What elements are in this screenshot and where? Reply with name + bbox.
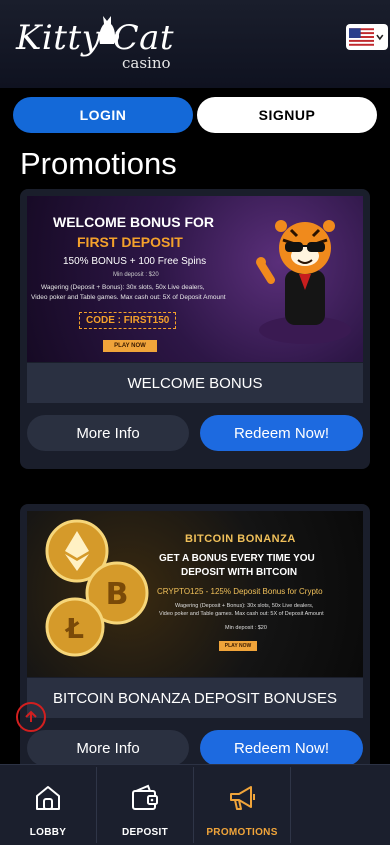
nav-divider (290, 767, 291, 843)
app-header: Kitty Cat casino (0, 0, 390, 88)
svg-text:B: B (106, 577, 129, 612)
promo-card-bitcoin: B Ł BITCOIN BONANZA GET A BONUS EVERY TI… (20, 504, 370, 804)
promo-code: CODE : FIRST150 (79, 312, 177, 329)
banner-line: Wagering (Deposit + Bonus): 30x slots, 5… (175, 603, 314, 609)
nav-lobby[interactable]: LOBBY (0, 765, 96, 845)
more-info-button[interactable]: More Info (27, 415, 189, 451)
nav-deposit[interactable]: DEPOSIT (97, 765, 193, 845)
svg-text:Ł: Ł (64, 612, 84, 645)
chevron-down-icon (376, 34, 384, 41)
nav-promotions[interactable]: PROMOTIONS (194, 765, 290, 845)
banner-line: Min deposit : $20 (113, 272, 159, 278)
crypto-coins-icon: B Ł (45, 519, 149, 657)
page-title: Promotions (20, 146, 177, 181)
play-now-badge: PLAY NOW (103, 340, 157, 352)
us-flag-icon (349, 28, 375, 46)
banner-line: DEPOSIT WITH BITCOIN (181, 567, 298, 578)
redeem-now-button[interactable]: Redeem Now! (200, 730, 363, 766)
signup-button[interactable]: SIGNUP (197, 97, 377, 133)
promo-title: WELCOME BONUS (27, 363, 363, 403)
banner-line: FIRST DEPOSIT (77, 234, 183, 250)
banner-line: Video poker and Table games. Max cash ou… (159, 611, 324, 617)
auth-buttons: LOGIN SIGNUP (13, 97, 377, 133)
banner-line: BITCOIN BONANZA (185, 533, 296, 545)
banner-line: Min deposit : $20 (225, 625, 267, 631)
nav-label: DEPOSIT (122, 827, 168, 838)
more-info-button[interactable]: More Info (27, 730, 189, 766)
promo-card-welcome: WELCOME BONUS FOR FIRST DEPOSIT 150% BON… (20, 189, 370, 469)
home-icon (36, 786, 60, 810)
banner-line: Video poker and Table games. Max cash ou… (31, 294, 226, 301)
login-button[interactable]: LOGIN (13, 97, 193, 133)
banner-line: GET A BONUS EVERY TIME YOU (159, 553, 315, 564)
scroll-to-top-button[interactable] (16, 702, 46, 732)
promo-title: BITCOIN BONANZA DEPOSIT BONUSES (27, 678, 363, 718)
banner-line: CRYPTO125 - 125% Deposit Bonus for Crypt… (157, 587, 323, 596)
logo-sub-text: casino (122, 54, 171, 72)
banner-line: 150% BONUS + 100 Free Spins (63, 256, 207, 267)
kitty-cat-logo[interactable]: Kitty Cat casino (16, 10, 176, 74)
arrow-up-icon (25, 710, 37, 722)
language-selector[interactable] (346, 24, 388, 50)
promo-banner-welcome[interactable]: WELCOME BONUS FOR FIRST DEPOSIT 150% BON… (27, 196, 363, 362)
tiger-mascot-icon (256, 220, 351, 344)
nav-label: PROMOTIONS (206, 827, 278, 838)
megaphone-icon (230, 786, 255, 810)
redeem-now-button[interactable]: Redeem Now! (200, 415, 363, 451)
banner-line: Wagering (Deposit + Bonus): 30x slots, 5… (41, 284, 205, 291)
cat-icon (99, 16, 120, 44)
bottom-navigation: LOBBY DEPOSIT PROMOTIONS (0, 764, 390, 845)
promo-banner-bitcoin[interactable]: B Ł BITCOIN BONANZA GET A BONUS EVERY TI… (27, 511, 363, 677)
nav-label: LOBBY (29, 827, 67, 838)
banner-line: WELCOME BONUS FOR (53, 214, 214, 230)
play-now-badge: PLAY NOW (219, 641, 257, 651)
wallet-icon (132, 784, 158, 810)
